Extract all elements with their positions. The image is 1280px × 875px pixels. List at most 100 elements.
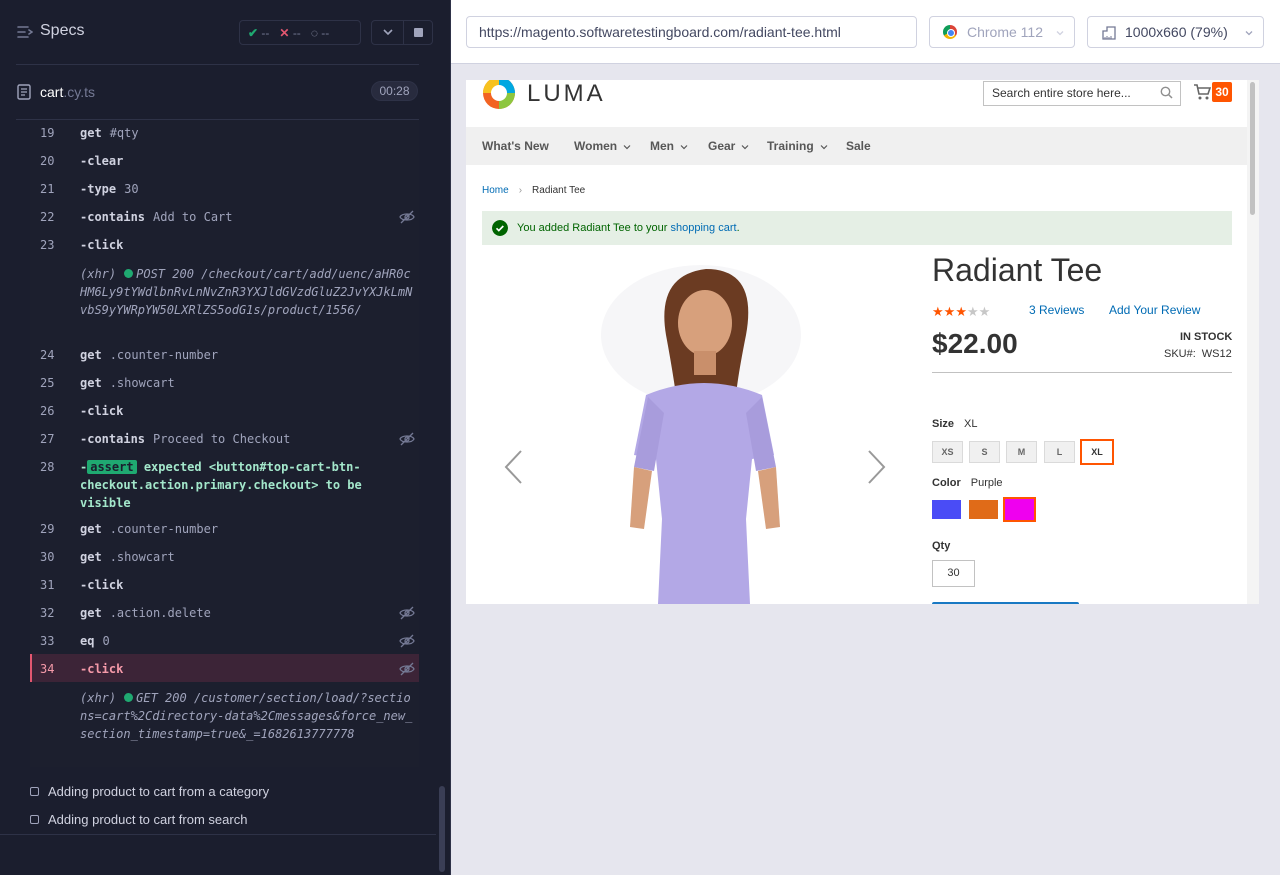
xhr-post-log[interactable]: (xhr) POST 200 /checkout/cart/add/uenc/aH… bbox=[80, 265, 415, 319]
nav-training[interactable]: Training bbox=[767, 139, 828, 153]
x-icon: ✕ bbox=[279, 25, 290, 40]
star-icon: ★ bbox=[978, 304, 991, 319]
chevron-down-icon bbox=[1056, 31, 1064, 36]
cart-counter[interactable]: 30 bbox=[1212, 82, 1232, 102]
stop-button[interactable] bbox=[414, 28, 423, 37]
luma-logo-icon[interactable] bbox=[482, 80, 516, 110]
nav-whats-new[interactable]: What's New bbox=[482, 139, 549, 153]
command-row[interactable]: 21 -type 30 bbox=[30, 182, 419, 198]
command-row-active[interactable]: 34 -click bbox=[30, 654, 419, 682]
tests-divider bbox=[0, 834, 436, 835]
command-row[interactable]: 19 get #qty bbox=[30, 126, 419, 142]
browser-selector[interactable]: Chrome 112 bbox=[929, 16, 1075, 48]
chrome-icon bbox=[943, 25, 957, 39]
shopping-cart-link[interactable]: shopping cart bbox=[671, 222, 737, 234]
size-option[interactable]: XS bbox=[932, 441, 963, 463]
breadcrumb-current: Radiant Tee bbox=[532, 185, 586, 196]
command-row[interactable]: 31 -click bbox=[30, 578, 419, 594]
product-price: $22.00 bbox=[932, 328, 1018, 359]
command-row[interactable]: 23 -click bbox=[30, 238, 419, 254]
aut-scrollbar[interactable] bbox=[1247, 80, 1259, 604]
color-swatch-orange[interactable] bbox=[969, 500, 998, 519]
spinner-icon: ◌ bbox=[310, 25, 318, 40]
rating-stars: ★★★★★ bbox=[932, 304, 990, 320]
command-log: 19 get #qty 20 -clear 21 -type 30 22 -contains… bbox=[30, 120, 419, 767]
status-dot-icon bbox=[124, 693, 134, 702]
chevron-down-icon bbox=[741, 144, 749, 150]
reporter-scrollbar[interactable] bbox=[436, 64, 450, 875]
size-option[interactable]: S bbox=[969, 441, 1000, 463]
sku: SKU#: WS12 bbox=[1164, 348, 1232, 360]
qty-label: Qty bbox=[932, 540, 951, 552]
breadcrumb-home[interactable]: Home bbox=[482, 185, 509, 196]
xhr-get-log[interactable]: (xhr) GET 200 /customer/section/load/?sec… bbox=[80, 689, 415, 743]
command-row[interactable]: 20 -clear bbox=[30, 154, 419, 170]
command-row[interactable]: 24 get .counter-number bbox=[30, 348, 419, 364]
aut-iframe: LUMA Search entire store here... 30 What… bbox=[466, 80, 1259, 604]
spec-file-row[interactable]: cart.cy.ts 00:28 bbox=[0, 72, 436, 112]
command-row[interactable]: 25 get .showcart bbox=[30, 376, 419, 392]
chevron-down-icon[interactable] bbox=[382, 26, 394, 38]
size-option[interactable]: L bbox=[1044, 441, 1075, 463]
chevron-down-icon bbox=[680, 144, 688, 150]
passed-stat: ✔ -- bbox=[248, 25, 270, 40]
checkbox-icon bbox=[30, 787, 39, 796]
check-circle-icon bbox=[492, 220, 508, 236]
eye-slash-icon bbox=[399, 662, 415, 676]
reviews-link[interactable]: 3 Reviews bbox=[1029, 303, 1084, 317]
nav-sale[interactable]: Sale bbox=[846, 139, 871, 153]
cart-icon[interactable] bbox=[1193, 83, 1211, 101]
eye-slash-icon bbox=[399, 432, 415, 446]
url-field[interactable]: https://magento.softwaretestingboard.com… bbox=[466, 16, 917, 48]
nav-gear[interactable]: Gear bbox=[708, 139, 749, 153]
failed-stat: ✕ -- bbox=[279, 25, 301, 40]
star-icon: ★ bbox=[955, 304, 967, 319]
color-swatch-blue[interactable] bbox=[932, 500, 961, 519]
specs-list-icon[interactable] bbox=[17, 24, 33, 40]
header-divider bbox=[16, 64, 419, 65]
search-icon[interactable] bbox=[1160, 86, 1173, 99]
store-search-input[interactable]: Search entire store here... bbox=[983, 81, 1181, 106]
specs-header: Specs ✔ -- ✕ -- ◌ -- bbox=[0, 0, 450, 64]
browser-toolbar: https://magento.softwaretestingboard.com… bbox=[451, 0, 1280, 64]
gallery-prev-icon[interactable] bbox=[503, 449, 523, 485]
ruler-icon bbox=[1102, 26, 1116, 40]
color-swatch-purple[interactable] bbox=[1003, 497, 1036, 522]
chevron-down-icon bbox=[820, 144, 828, 150]
specs-title[interactable]: Specs bbox=[40, 22, 84, 40]
document-icon bbox=[17, 84, 31, 100]
command-row[interactable]: 29 get .counter-number bbox=[30, 522, 419, 538]
nav-women[interactable]: Women bbox=[574, 139, 631, 153]
command-row[interactable]: 32 get .action.delete bbox=[30, 606, 419, 622]
nav-men[interactable]: Men bbox=[650, 139, 688, 153]
star-icon: ★ bbox=[932, 304, 944, 319]
spec-file-name: cart.cy.ts bbox=[40, 84, 95, 100]
aut-scrollbar-thumb[interactable] bbox=[1250, 82, 1255, 215]
command-row[interactable]: 30 get .showcart bbox=[30, 550, 419, 566]
command-row[interactable]: 22 -contains Add to Cart bbox=[30, 210, 419, 226]
eye-slash-icon bbox=[399, 210, 415, 224]
command-row[interactable]: 26 -click bbox=[30, 404, 419, 420]
success-message: You added Radiant Tee to your shopping c… bbox=[482, 211, 1232, 245]
size-option[interactable]: M bbox=[1006, 441, 1037, 463]
chevron-down-icon bbox=[1245, 31, 1253, 36]
luma-wordmark[interactable]: LUMA bbox=[527, 80, 606, 108]
assert-badge: assert bbox=[87, 460, 137, 474]
add-review-link[interactable]: Add Your Review bbox=[1109, 303, 1200, 317]
reporter-scrollbar-thumb[interactable] bbox=[439, 786, 445, 872]
star-icon: ★ bbox=[943, 304, 956, 319]
qty-input[interactable]: 30 bbox=[932, 560, 975, 587]
size-option-selected[interactable]: XL bbox=[1080, 439, 1114, 465]
star-icon: ★ bbox=[966, 304, 979, 319]
product-image[interactable] bbox=[496, 255, 896, 604]
gallery-next-icon[interactable] bbox=[867, 449, 887, 485]
divider bbox=[932, 372, 1232, 373]
status-dot-icon bbox=[124, 269, 134, 278]
category-nav: What's New Women Men Gear Training Sale bbox=[466, 127, 1247, 165]
command-row[interactable]: 33 eq 0 bbox=[30, 634, 419, 650]
chevron-right-icon: › bbox=[518, 185, 523, 196]
spec-duration: 00:28 bbox=[371, 81, 418, 101]
viewport-selector[interactable]: 1000x660 (79%) bbox=[1087, 16, 1264, 48]
add-to-cart-button[interactable] bbox=[932, 602, 1079, 604]
command-row[interactable]: 27 -contains Proceed to Checkout bbox=[30, 432, 419, 448]
